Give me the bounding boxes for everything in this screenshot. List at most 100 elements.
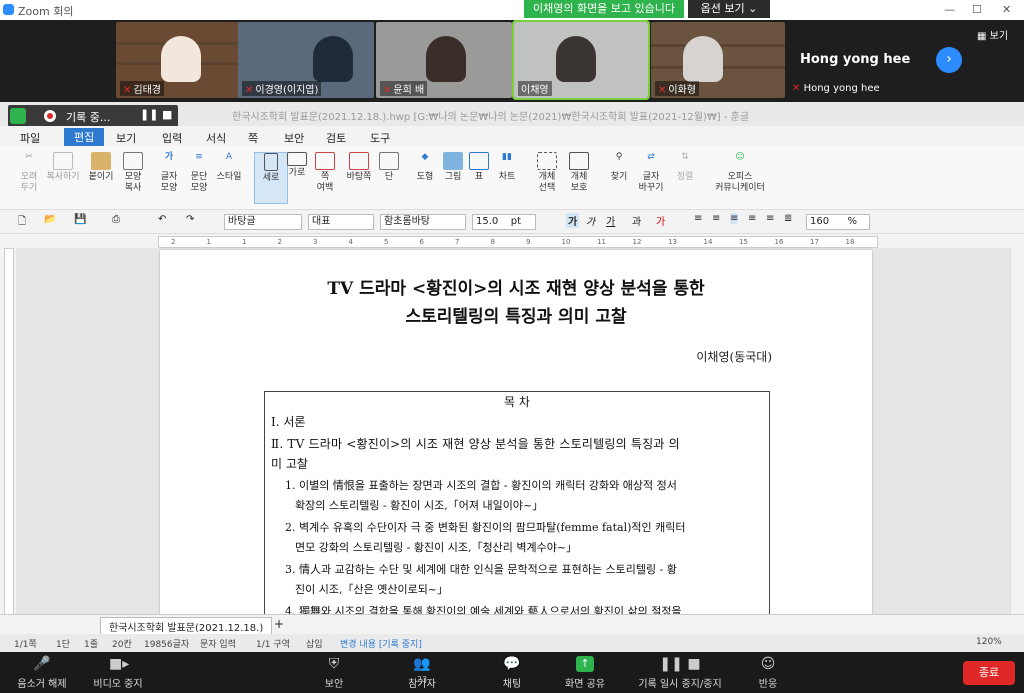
table-of-contents: 목 차 Ⅰ. 서론 Ⅱ. TV 드라마 <황진이>의 시조 재현 양상 분석을 …: [264, 391, 770, 614]
participant-tile[interactable]: ✕ 김태경: [116, 22, 249, 98]
menu-review[interactable]: 검토: [326, 130, 346, 146]
font-size-select[interactable]: 15.0 pt: [472, 214, 536, 230]
scissors-icon: ✂: [25, 152, 33, 162]
menu-edit[interactable]: 편집: [64, 128, 105, 146]
italic-button[interactable]: 가: [586, 213, 595, 228]
redo-icon[interactable]: ↷: [186, 214, 194, 225]
minimize-icon[interactable]: —: [944, 3, 955, 16]
para-shape-button[interactable]: ≡ 문단 모양: [182, 152, 216, 194]
paste-button[interactable]: 붙이기: [84, 152, 118, 183]
document-page[interactable]: TV 드라마 <황진이>의 시조 재현 양상 분석을 통한 스토리텔링의 특징과…: [160, 250, 872, 614]
menu-view[interactable]: 보기: [116, 130, 136, 146]
print-icon[interactable]: ⎙: [112, 214, 120, 225]
mic-muted-icon: ✕: [383, 85, 392, 96]
shape-icon: ◆: [421, 152, 429, 162]
stop-video-button[interactable]: ■▸ 비디오 중지: [88, 656, 148, 690]
align-justify-icon[interactable]: ≡: [694, 213, 702, 224]
page-margin-button[interactable]: 쪽 여백: [308, 152, 342, 194]
participant-tile[interactable]: ✕ 이경영(이지엽): [238, 22, 374, 98]
vertical-scrollbar[interactable]: [1010, 248, 1024, 614]
underline-button[interactable]: 가: [606, 213, 615, 228]
align-center-icon[interactable]: ≡: [730, 213, 739, 224]
toc-line: Ⅰ. 서론: [271, 415, 306, 429]
picture-icon: [443, 152, 463, 170]
menu-insert[interactable]: 입력: [162, 130, 182, 146]
reaction-icon: ☺: [760, 656, 776, 672]
record-controls-button[interactable]: ❚❚ ■ 기록 일시 중지/중지: [632, 656, 728, 690]
replace-button[interactable]: ⇄ 글자 바꾸기: [634, 152, 668, 194]
ruler-tick-label: 4: [348, 238, 353, 246]
align-distribute-icon[interactable]: ≡: [766, 213, 774, 224]
bold-button[interactable]: 가: [566, 213, 580, 228]
office-communicator-button[interactable]: ☺ 오피스 커뮤니케이터: [710, 152, 770, 194]
pause-recording-icon[interactable]: ❚❚: [140, 108, 158, 121]
stop-recording-icon[interactable]: ■: [162, 108, 172, 121]
object-protect-button[interactable]: 개체 보호: [562, 152, 596, 194]
reactions-button[interactable]: ☺ 반응: [748, 656, 788, 690]
copy-button[interactable]: 복사하기: [46, 152, 80, 183]
menu-file[interactable]: 파일: [20, 130, 40, 146]
maximize-icon[interactable]: ☐: [972, 3, 982, 16]
open-folder-icon[interactable]: 📂: [44, 214, 56, 225]
end-meeting-button[interactable]: 종료: [963, 661, 1015, 685]
font-color-button[interactable]: 가: [656, 213, 665, 228]
toc-line: 4. 獨舞와 시조의 결합을 통해 황진이의 예술 세계와 藝人으로서의 황진이…: [285, 605, 682, 614]
toc-line: 진이 시조,「산은 옛산이로되~」: [295, 583, 449, 596]
view-options-button[interactable]: 옵션 보기 ⌄: [688, 0, 770, 18]
table-icon: [469, 152, 489, 170]
cut-button[interactable]: ✂ 오려 두기: [12, 152, 46, 194]
close-icon[interactable]: ✕: [1002, 3, 1011, 16]
share-screen-button[interactable]: ↑ 화면 공유: [560, 656, 610, 690]
ruler-tick-label: 18: [845, 238, 855, 246]
unmute-button[interactable]: 🎤 음소거 해제: [14, 656, 70, 690]
horizontal-ruler[interactable]: 2 1 1 2 3 4 5 6 7 8 9 10 11 12 13 14 15 16 17 18: [158, 236, 878, 248]
menu-security[interactable]: 보안: [284, 130, 304, 146]
style-icon: A: [225, 152, 233, 162]
participant-video: [426, 36, 466, 82]
menu-format[interactable]: 서식: [206, 130, 226, 146]
line-spacing-icon[interactable]: ≣: [784, 213, 792, 224]
add-tab-icon[interactable]: +: [274, 617, 284, 631]
toc-line: Ⅱ. TV 드라마 <황진이>의 시조 재현 양상 분석을 통한 스토리텔링의 …: [271, 437, 680, 451]
sort-button[interactable]: ⇅ 정렬: [668, 152, 702, 183]
ruler-tick-label: 13: [668, 238, 677, 246]
columns-button[interactable]: 단: [372, 152, 406, 183]
char-shape-button[interactable]: 가 글자 모양: [152, 152, 186, 194]
gallery-view-button[interactable]: ▦ 보기: [977, 27, 1008, 42]
toc-line: 면모 강화의 스토리텔링 - 황진이 시조,「청산리 벽계수야~」: [295, 541, 578, 554]
doc-author: 이채영(동국대): [696, 350, 772, 364]
featured-participant-name: Hong yong hee: [800, 52, 911, 67]
chart-button[interactable]: ▮▮ 차트: [490, 152, 524, 183]
align-right-icon[interactable]: ≡: [748, 213, 756, 224]
share-status-banner: 이채영의 화면을 보고 있습니다: [524, 0, 684, 18]
chat-button[interactable]: 💬 채팅: [492, 656, 532, 690]
font-select[interactable]: 함초롬바탕: [380, 214, 466, 230]
document-canvas: TV 드라마 <황진이>의 시조 재현 양상 분석을 통한 스토리텔링의 특징과…: [16, 248, 1010, 614]
security-button[interactable]: ⛨ 보안: [314, 656, 354, 690]
participants-button[interactable]: 👥23 참가자: [400, 656, 444, 690]
participant-tile-active[interactable]: 이채영: [512, 20, 650, 100]
mic-muted-icon: ✕: [792, 83, 801, 94]
save-icon[interactable]: 💾: [74, 214, 86, 225]
strike-button[interactable]: 과: [632, 213, 641, 228]
participant-tile[interactable]: ✕ 윤희 배: [376, 22, 512, 98]
align-left-icon[interactable]: ≡: [712, 213, 720, 224]
new-doc-icon[interactable]: 🗋: [18, 214, 26, 231]
menu-tools[interactable]: 도구: [370, 130, 390, 146]
master-page-button[interactable]: 바탕쪽: [342, 152, 376, 183]
record-icon: [44, 110, 56, 122]
menu-page[interactable]: 쪽: [248, 130, 258, 146]
paragraph-select[interactable]: 대표: [308, 214, 374, 230]
undo-icon[interactable]: ↶: [158, 214, 166, 225]
binoculars-icon: ⚲: [615, 152, 623, 162]
hwp-format-toolbar: 🗋 📂 💾 ⎙ ↶ ↷ 바탕글 대표 함초롬바탕 15.0 pt 가 가 가 과…: [0, 210, 1024, 234]
find-button[interactable]: ⚲ 찾기: [602, 152, 636, 183]
next-page-arrow-icon[interactable]: ›: [936, 47, 962, 73]
style-select[interactable]: 바탕글: [224, 214, 302, 230]
format-painter-button[interactable]: 모양 복사: [116, 152, 150, 194]
zoom-level-select[interactable]: 160 %: [806, 214, 870, 230]
participant-tile[interactable]: ✕ 이화형: [651, 22, 785, 98]
object-select-button[interactable]: 개체 선택: [530, 152, 564, 194]
style-button[interactable]: A 스타일: [212, 152, 246, 183]
toc-line: 3. 情人과 교감하는 수단 및 세계에 대한 인식을 문학적으로 표현하는 스…: [285, 563, 677, 576]
